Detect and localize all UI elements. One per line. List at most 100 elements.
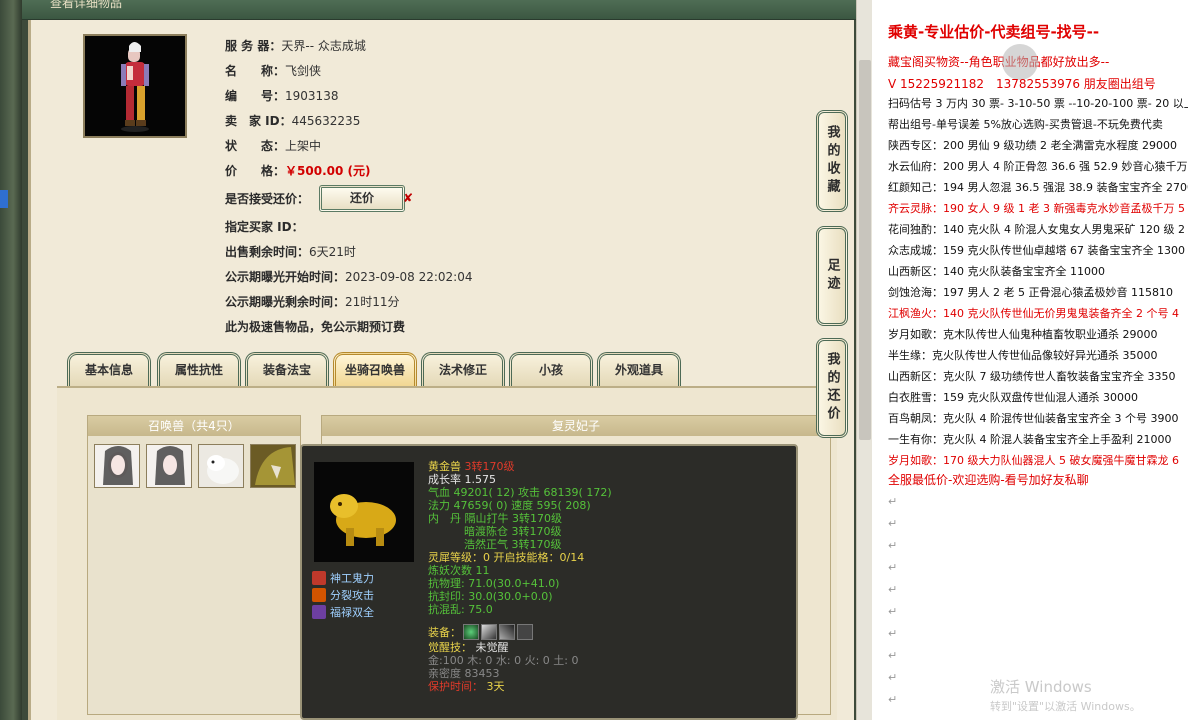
equip-slot-icon[interactable]: [517, 624, 533, 640]
window-title: 查看详细物品: [50, 0, 123, 10]
info-time-left: 出售剩余时间：6天21时: [225, 245, 356, 259]
inner-dan-2: 暗渡陈仓 3转170级: [464, 525, 562, 538]
notes-listing-line: 百鸟朝凤：克火队 4 阶混传世仙装备宝宝齐全 3 个号 3900: [888, 412, 1179, 425]
notes-listing-line: 山西新区：140 克火队装备宝宝齐全 11000: [888, 265, 1105, 278]
fire-skill-icon: [312, 571, 326, 585]
notes-listing-line: 扫码估号 3 万内 30 票- 3-10-50 票 --10-20-100 票-…: [888, 97, 1188, 110]
footprint-button[interactable]: 足迹: [816, 226, 848, 326]
tab-equipment[interactable]: 装备法宝: [245, 352, 329, 386]
pilcrow-icon: ↵: [888, 583, 898, 596]
pet-name: 黄金兽: [428, 460, 461, 473]
protect-value: 3天: [486, 680, 505, 693]
character-avatar: [83, 34, 187, 138]
notes-listing-line: 半生缘：克火队传世人传世仙品像较好异光通杀 35000: [888, 349, 1158, 362]
pet-detail-header: 复灵妃子: [322, 416, 830, 436]
pet-level: 3转170级: [464, 460, 515, 473]
pet-thumb[interactable]: [146, 444, 192, 488]
price-value: ￥500.00 (元): [285, 164, 371, 178]
tab-appearance[interactable]: 外观道具: [597, 352, 681, 386]
desktop-edge: [0, 0, 22, 720]
pet-mp-speed: 法力 47659( 0) 速度 595( 208): [428, 499, 591, 512]
resist-physical: 抗物理: 71.0(30.0+41.0): [428, 577, 560, 590]
counter-offer-button[interactable]: 还价: [319, 185, 405, 212]
pilcrow-icon: ↵: [888, 517, 898, 530]
awaken-value: 未觉醒: [475, 641, 509, 654]
refine-count: 炼妖次数 11: [428, 564, 490, 577]
pet-list: 召唤兽（共4只）: [87, 415, 301, 715]
notes-listing-line: 岁月如歌：170 级大力队仙器混人 5 破女魔强牛魔甘霖龙 6: [888, 454, 1179, 467]
notes-phone: V 15225921182 13782553976 朋友圈出组号: [888, 77, 1156, 91]
notes-line-2: 藏宝阁买物资--角色职业物品都好放出多--: [888, 55, 1110, 69]
info-price: 价 格：￥500.00 (元): [225, 164, 371, 178]
pet-thumb[interactable]: [250, 444, 296, 488]
skill-item[interactable]: 福禄双全: [312, 604, 374, 621]
tab-mounts-pets[interactable]: 坐骑召唤兽: [333, 352, 417, 386]
pilcrow-icon: ↵: [888, 539, 898, 552]
notes-listing-line: 剑蚀沧海：197 男人 2 老 5 正骨混心猿孟极妙音 115810: [888, 286, 1173, 299]
notes-listing-line: 白衣胜雪：159 克火队双盘传世仙混人通杀 30000: [888, 391, 1138, 404]
tab-attributes[interactable]: 属性抗性: [157, 352, 241, 386]
scrollbar-thumb[interactable]: [859, 60, 871, 440]
awaken-label: 觉醒技：: [428, 641, 472, 654]
pilcrow-icon: ↵: [888, 561, 898, 574]
fast-sale-note: 此为极速售物品，免公示期预订费: [225, 320, 406, 334]
info-publicity-start: 公示期曝光开始时间：2023-09-08 22:02:04: [225, 270, 473, 284]
resist-confusion: 抗混乱: 75.0: [428, 603, 493, 616]
pet-list-header: 召唤兽（共4只）: [88, 416, 300, 436]
pet-hp-attack: 气血 49201( 12) 攻击 68139( 172): [428, 486, 612, 499]
notes-listing-line: 红颜知己：194 男人忽混 36.5 强混 38.9 装备宝宝齐全 2700: [888, 181, 1188, 194]
intimacy: 亲密度 83453: [428, 667, 500, 680]
tab-child[interactable]: 小孩: [509, 352, 593, 386]
pet-thumb[interactable]: [198, 444, 244, 488]
pilcrow-icon: ↵: [888, 627, 898, 640]
window-titlebar: 查看详细物品: [22, 0, 856, 20]
equip-slot-icon[interactable]: [463, 624, 479, 640]
pilcrow-icon: ↵: [888, 671, 898, 684]
soul-level: 灵犀等级：0 开启技能格：0/14: [428, 551, 585, 564]
notes-listing-line: 一生有你：克火队 4 阶混人装备宝宝齐全上手盈利 21000: [888, 433, 1172, 446]
info-publicity-remaining: 公示期曝光剩余时间：21时11分: [225, 295, 400, 309]
notes-listing-line: 山西新区：克火队 7 级功绩传世人畜牧装备宝宝齐全 3350: [888, 370, 1176, 383]
notes-listing-line: 江枫渔火：140 克火队传世仙无价男鬼鬼装备齐全 2 个号 4: [888, 307, 1179, 320]
notes-closing: 全服最低价-欢迎选购-看号加好友私聊: [888, 473, 1089, 487]
pet-tooltip: 黄金兽 3转170级 成长率 1.575 气血 49201( 12) 攻击 68…: [300, 444, 798, 720]
equip-label: 装备：: [428, 626, 461, 639]
notes-listing-line: 水云仙府：200 男人 4 阶正骨忽 36.6 强 52.9 妙音心猿千万: [888, 160, 1188, 173]
notes-listing-line: 岁月如歌：克木队传世人仙鬼种植畜牧职业通杀 29000: [888, 328, 1158, 341]
element-values: 金:100 木: 0 水: 0 火: 0 土: 0: [428, 654, 579, 667]
pet-thumb[interactable]: [94, 444, 140, 488]
my-counter-offers-button[interactable]: 我的还价: [816, 338, 848, 438]
notes-listing-line: 帮出组号-单号误差 5%放心选购-买贵管退-不玩免费代卖: [888, 118, 1163, 131]
inner-dan-1: 隔山打牛 3转170级: [464, 512, 563, 525]
notes-listing-line: 众志成城：159 克火队传世仙卓越塔 67 装备宝宝齐全 1300: [888, 244, 1185, 257]
skill-item[interactable]: 分裂攻击: [312, 587, 374, 604]
info-server: 服 务 器：天界-- 众志成城: [225, 39, 366, 53]
resist-seal: 抗封印: 30.0(30.0+0.0): [428, 590, 553, 603]
tab-spell-correction[interactable]: 法术修正: [421, 352, 505, 386]
tab-basic-info[interactable]: 基本信息: [67, 352, 151, 386]
pilcrow-icon: ↵: [888, 495, 898, 508]
counter-offer-disabled-icon: ✘: [403, 191, 414, 205]
activation-watermark-subtitle: 转到"设置"以激活 Windows。: [990, 700, 1141, 713]
protect-label: 保护时间：: [428, 680, 483, 693]
info-status: 状 态：上架中: [225, 139, 322, 153]
pet-growth: 成长率 1.575: [428, 473, 496, 486]
equip-slot-icon[interactable]: [499, 624, 515, 640]
taskbar-marker: [0, 190, 8, 208]
info-id: 编 号：1903138: [225, 89, 339, 103]
page-scrollbar[interactable]: [856, 0, 872, 720]
skill-item[interactable]: 神工鬼力: [312, 570, 374, 587]
fortune-skill-icon: [312, 605, 326, 619]
activation-watermark-title: 激活 Windows: [990, 678, 1092, 696]
pilcrow-icon: ↵: [888, 649, 898, 662]
my-favorites-button[interactable]: 我的收藏: [816, 110, 848, 212]
inner-dan-3: 浩然正气 3转170级: [464, 538, 562, 551]
inner-dan-label: 内 丹: [428, 512, 461, 525]
pet-stats: 黄金兽 3转170级 成长率 1.575 气血 49201( 12) 攻击 68…: [428, 460, 612, 693]
equip-slot-icon[interactable]: [481, 624, 497, 640]
notepad: 乘黄-专业估价-代卖组号-找号-- 藏宝阁买物资--角色职业物品都好放出多-- …: [872, 0, 1188, 720]
info-seller-id: 卖 家 ID：445632235: [225, 114, 361, 128]
notes-listing-line: 陕西专区：200 男仙 9 级功绩 2 老全满雷克水程度 29000: [888, 139, 1177, 152]
split-skill-icon: [312, 588, 326, 602]
pet-skills: 神工鬼力 分裂攻击 福禄双全: [312, 570, 374, 621]
